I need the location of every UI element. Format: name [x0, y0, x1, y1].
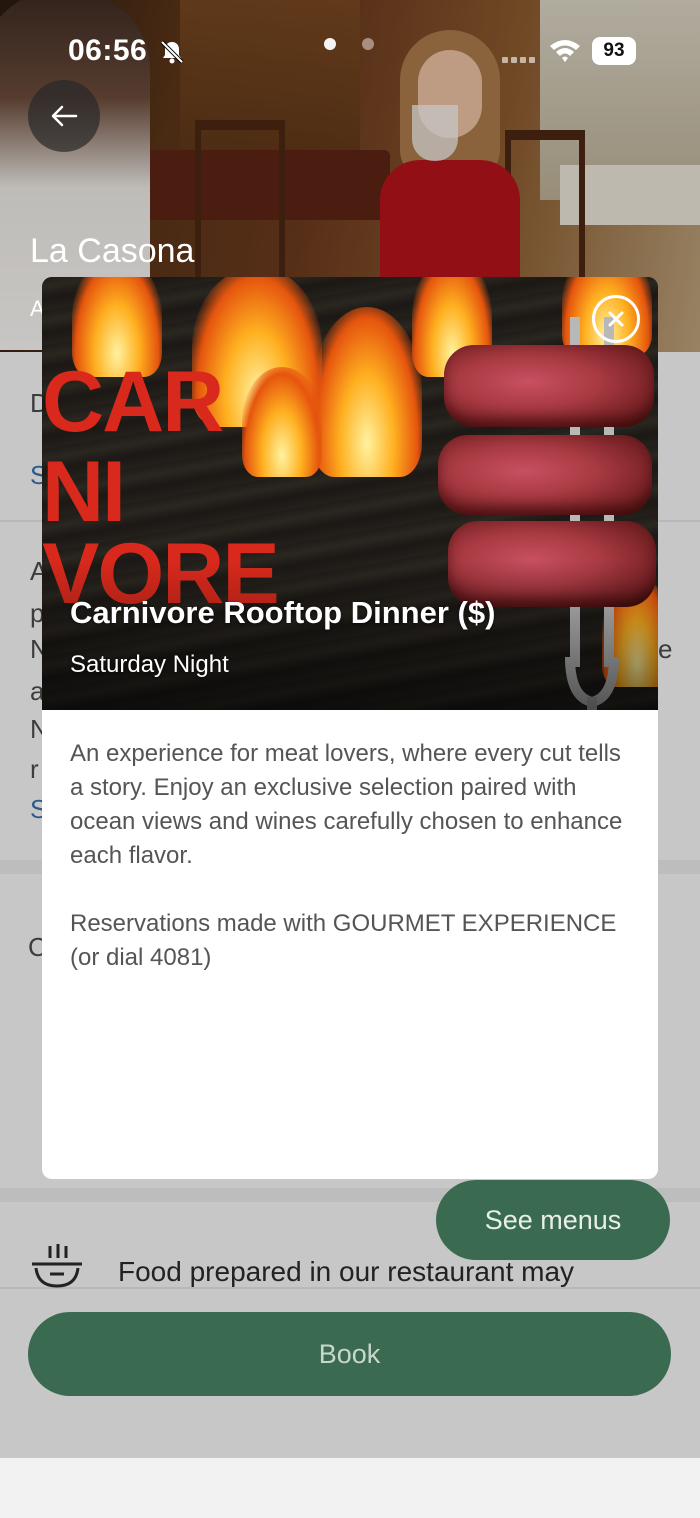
bg-letter-e: e	[658, 634, 673, 664]
home-indicator-area	[0, 1458, 700, 1518]
event-subtitle: Saturday Night	[70, 651, 229, 678]
description-text: An experience for meat lovers, where eve…	[70, 740, 623, 869]
image-word-2: NI	[42, 444, 126, 540]
close-icon	[608, 311, 624, 327]
food-notice: Food prepared in our restaurant may	[118, 1256, 575, 1287]
event-image: CAR NI VORE Carnivore Rooftop Dinner ($)…	[42, 277, 658, 710]
status-time: 06:56	[68, 34, 148, 67]
close-button[interactable]	[592, 295, 640, 343]
back-button[interactable]	[28, 80, 100, 152]
event-modal: CAR NI VORE Carnivore Rooftop Dinner ($)…	[42, 277, 658, 1179]
image-word-1: CAR	[42, 354, 224, 450]
see-menus-button[interactable]: See menus	[436, 1180, 670, 1260]
battery-level: 93	[592, 37, 636, 65]
event-title: Carnivore Rooftop Dinner ($)	[70, 595, 496, 630]
reservation-text: Reservations made with GOURMET EXPERIENC…	[70, 910, 617, 971]
page-indicator	[324, 38, 374, 50]
back-arrow-icon	[51, 105, 78, 127]
event-description: An experience for meat lovers, where eve…	[70, 737, 630, 975]
restaurant-name: La Casona	[30, 232, 195, 270]
wifi-icon	[550, 40, 580, 62]
signal-icon	[502, 57, 535, 63]
bell-off-icon	[160, 40, 184, 64]
bg-letter-r: r	[30, 754, 39, 784]
book-button[interactable]: Book	[28, 1312, 671, 1396]
food-icon	[32, 1244, 82, 1288]
